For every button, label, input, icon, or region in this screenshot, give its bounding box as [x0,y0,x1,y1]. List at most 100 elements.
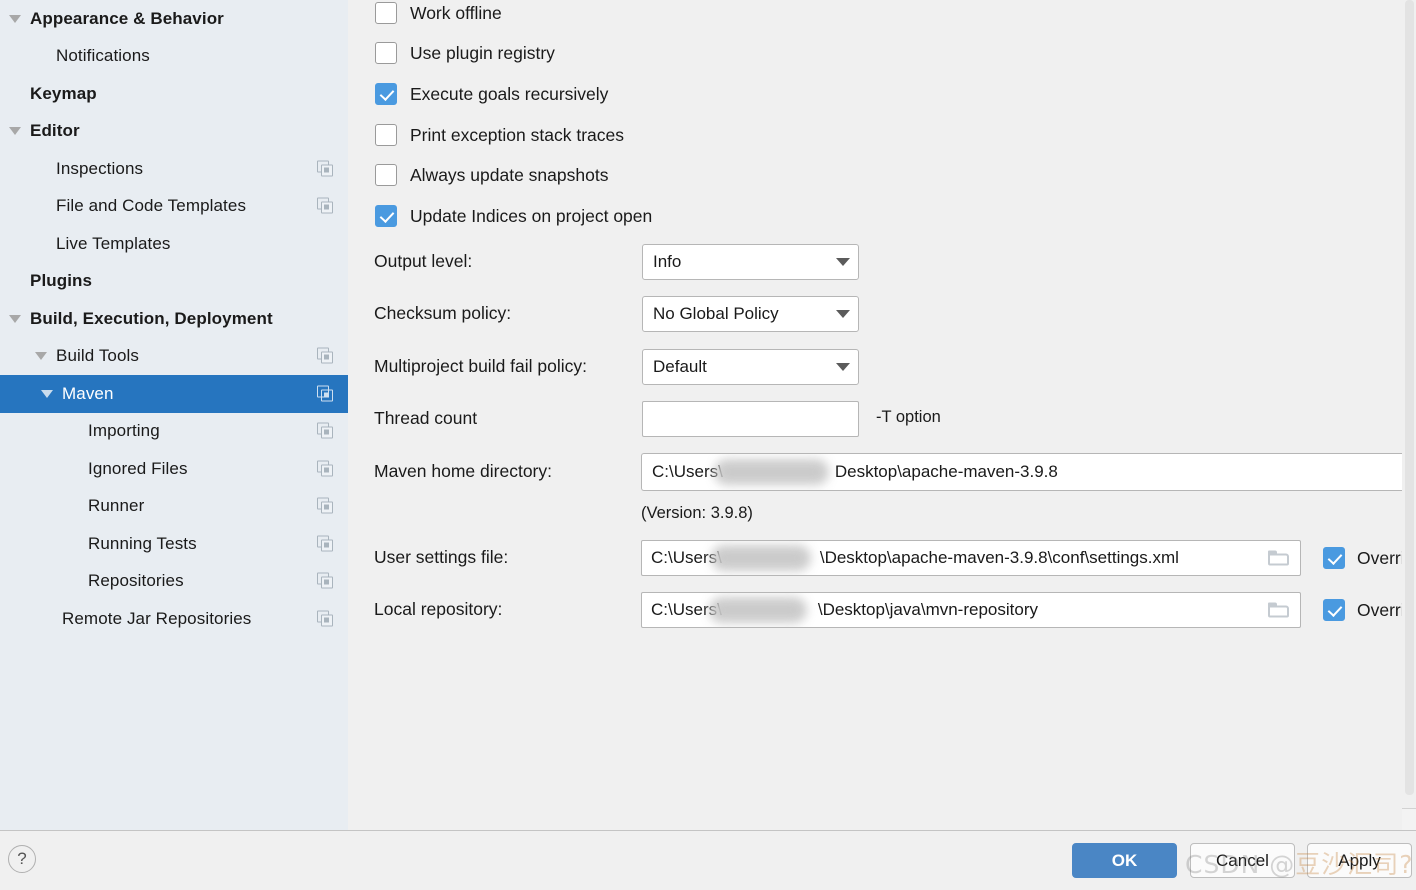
dialog-button-bar: ? OK Cancel Apply [0,830,1416,890]
sidebar-item-keymap[interactable]: Keymap [0,75,348,113]
scrollbar-down-arrow[interactable] [1402,808,1416,830]
scrollbar-thumb[interactable] [1405,0,1414,795]
sidebar-item-repositories[interactable]: Repositories [0,563,348,601]
sidebar-item-runner[interactable]: Runner [0,488,348,526]
copy-icon[interactable] [317,497,334,515]
sidebar-item-label: Ignored Files [88,458,188,478]
sidebar-item-label: Maven [62,383,114,403]
copy-icon[interactable] [317,610,334,627]
copy-icon[interactable] [317,160,334,177]
maven-home-value[interactable]: C:\Users\ Desktop\apache-maven-3.9.8 [641,453,1416,491]
chevron-down-icon [828,363,858,371]
sidebar-item-file-and-code-templates[interactable]: File and Code Templates [0,188,348,226]
thread-count-hint: -T option [876,408,941,426]
sidebar-item-label: Notifications [56,46,150,66]
sidebar-item-remote-jar-repositories[interactable]: Remote Jar Repositories [0,600,348,638]
folder-browse-icon[interactable] [1268,602,1290,619]
multiproject-policy-label: Multiproject build fail policy: [374,356,588,376]
local-repository-input[interactable]: C:\Users\ \Desktop\java\mvn-repository [641,592,1301,628]
sidebar-item-label: Importing [88,421,160,441]
sidebar-item-label: Remote Jar Repositories [62,608,252,628]
user-settings-input[interactable]: C:\Users\ \Desktop\apache-maven-3.9.8\con… [641,540,1301,576]
checkbox-input[interactable] [375,42,397,64]
copy-icon[interactable] [317,535,334,552]
copy-icon[interactable] [317,460,334,477]
copy-icon[interactable] [317,385,334,402]
checksum-policy-combobox[interactable]: No Global Policy [642,296,859,332]
sidebar-item-label: Build, Execution, Deployment [30,308,273,328]
multiproject-policy-combobox[interactable]: Default [642,349,859,385]
redacted-username [709,597,807,623]
redacted-username [714,459,829,485]
thread-count-label: Thread count [374,408,478,428]
chevron-down-icon [828,258,858,266]
sidebar-item-label: Live Templates [56,233,171,253]
checkbox-input[interactable] [375,83,397,105]
checkbox-row-use-plugin-registry[interactable]: Use plugin registry [375,42,555,64]
settings-dialog: Appearance & Behavior Notifications Keymap… [0,0,1416,890]
sidebar-item-importing[interactable]: Importing [0,413,348,451]
sidebar-item-live-templates[interactable]: Live Templates [0,225,348,263]
checkbox-row-print-exception-stack-traces[interactable]: Print exception stack traces [375,124,624,146]
user-settings-override-checkbox[interactable] [1323,547,1345,569]
panel-vertical-scrollbar[interactable] [1402,0,1416,830]
triangle-down-icon[interactable] [32,352,50,361]
sidebar-item-label: Runner [88,496,145,516]
triangle-down-icon[interactable] [6,14,24,23]
checkbox-row-execute-goals-recursively[interactable]: Execute goals recursively [375,83,608,105]
user-settings-label: User settings file: [374,547,509,567]
copy-icon[interactable] [317,422,334,440]
sidebar-item-label: Editor [30,121,80,141]
checkbox-input[interactable] [375,205,397,227]
sidebar-item-maven[interactable]: Maven [0,375,348,413]
help-button[interactable]: ? [8,845,36,873]
checkbox-input[interactable] [375,164,397,186]
triangle-down-icon[interactable] [6,127,24,136]
checkbox-label: Use plugin registry [410,42,555,63]
checkbox-row-always-update-snapshots[interactable]: Always update snapshots [375,164,608,186]
local-repository-override-checkbox[interactable] [1323,599,1345,621]
thread-count-input[interactable] [642,401,859,437]
checkbox-label: Work offline [410,2,502,23]
checkbox-label: Print exception stack traces [410,124,624,145]
local-repository-label: Local repository: [374,599,503,619]
checkbox-label: Always update snapshots [410,164,609,185]
copy-icon[interactable] [317,347,334,365]
sidebar-item-editor[interactable]: Editor [0,113,348,151]
sidebar-item-running-tests[interactable]: Running Tests [0,525,348,563]
sidebar-item-appearance-behavior[interactable]: Appearance & Behavior [0,0,348,38]
maven-home-combobox[interactable]: C:\Users\ Desktop\apache-maven-3.9.8 [641,453,1416,491]
sidebar-item-label: Running Tests [88,533,197,553]
sidebar-item-inspections[interactable]: Inspections [0,150,348,188]
checkbox-label: Execute goals recursively [410,83,609,104]
sidebar-item-build-tools[interactable]: Build Tools [0,338,348,376]
sidebar-item-label: Appearance & Behavior [30,8,224,28]
checkbox-row-update-indices-on-project-open[interactable]: Update Indices on project open [375,205,652,227]
copy-icon[interactable] [317,572,334,590]
checksum-policy-label: Checksum policy: [374,303,512,323]
sidebar-item-label: Keymap [30,83,97,103]
sidebar-item-build-execution-deployment[interactable]: Build, Execution, Deployment [0,300,348,338]
output-level-combobox[interactable]: Info [642,244,859,280]
copy-icon[interactable] [317,197,334,215]
checkbox-input[interactable] [375,124,397,146]
checkbox-label: Update Indices on project open [410,205,653,226]
sidebar-item-label: Plugins [30,271,93,291]
checkbox-input[interactable] [375,2,397,24]
sidebar-item-label: Inspections [56,158,144,178]
cancel-button[interactable]: Cancel [1190,843,1295,878]
triangle-down-icon[interactable] [38,389,56,398]
maven-settings-panel: Work offline Use plugin registry Execute g… [348,0,1416,830]
checkbox-row-work-offline[interactable]: Work offline [375,2,502,24]
sidebar-item-ignored-files[interactable]: Ignored Files [0,450,348,488]
output-level-label: Output level: [374,251,473,271]
sidebar-item-plugins[interactable]: Plugins [0,263,348,301]
sidebar-item-notifications[interactable]: Notifications [0,38,348,76]
sidebar-item-label: Repositories [88,571,184,591]
settings-category-tree[interactable]: Appearance & Behavior Notifications Keymap… [0,0,348,830]
folder-browse-icon[interactable] [1268,550,1290,567]
apply-button[interactable]: Apply [1307,843,1412,878]
checksum-policy-value: No Global Policy [653,304,779,323]
ok-button[interactable]: OK [1072,843,1177,878]
triangle-down-icon[interactable] [6,314,24,323]
